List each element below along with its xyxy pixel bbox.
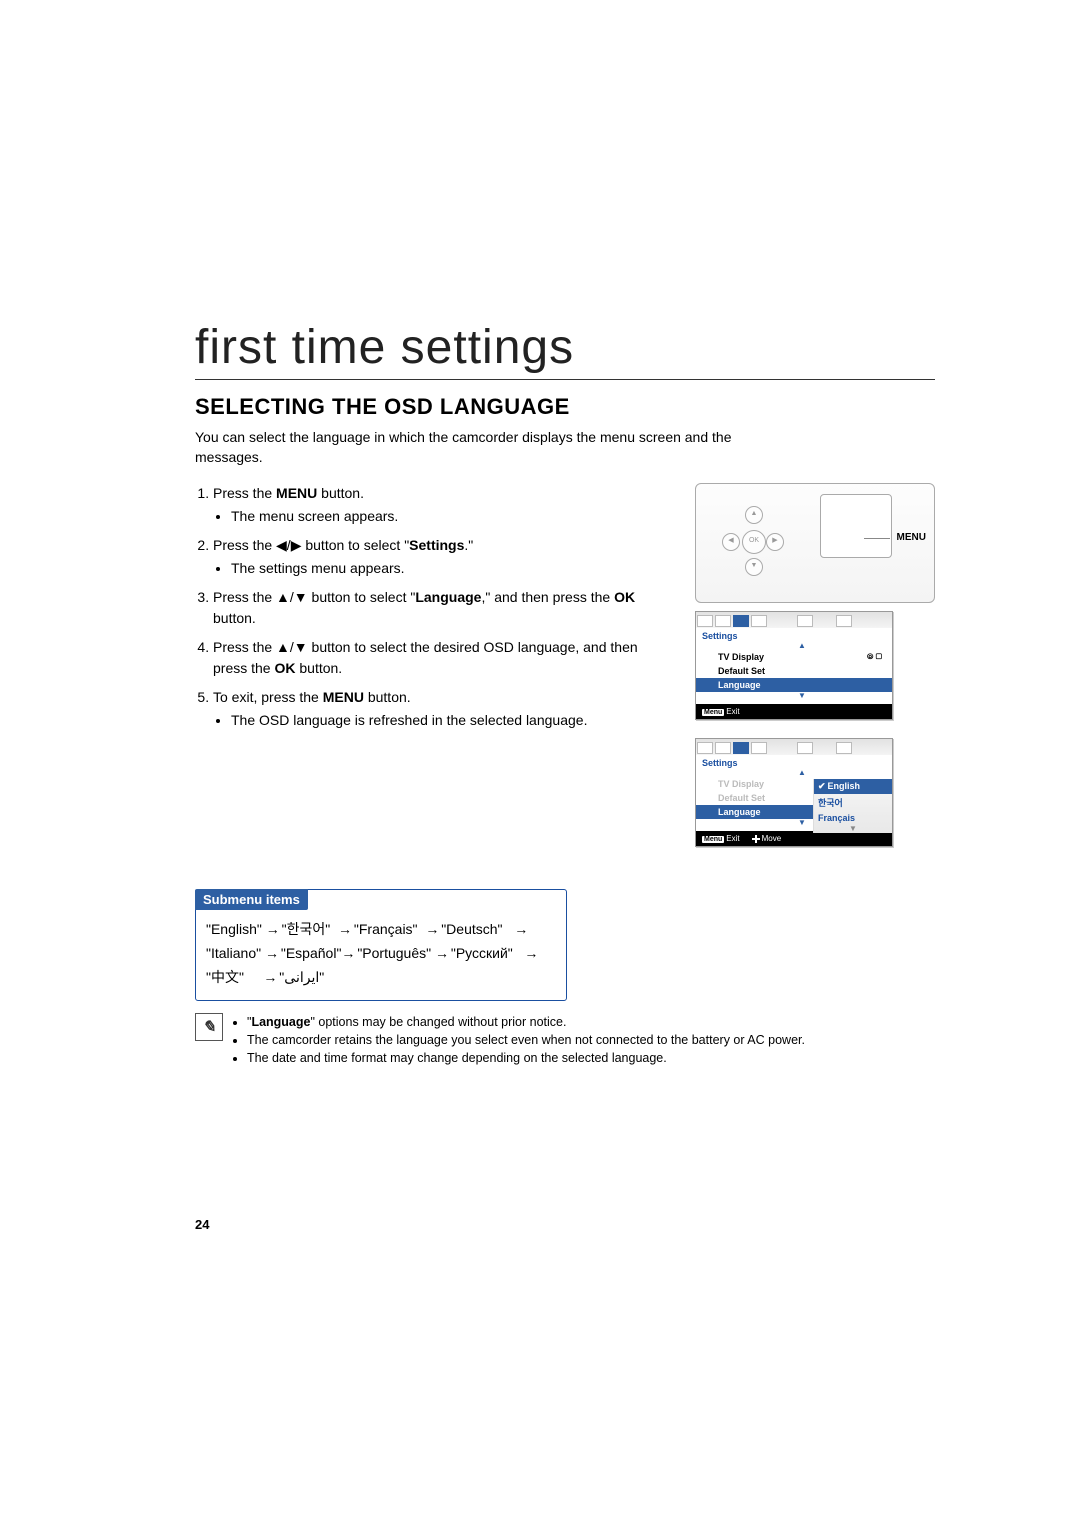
osd-topbar (696, 739, 892, 755)
exit-label: Exit (726, 707, 739, 716)
move-icon (752, 835, 760, 843)
osd-topbar (696, 612, 892, 628)
text: button. (317, 485, 364, 501)
text: ," and then press the (481, 589, 614, 605)
move-label: Move (762, 834, 782, 843)
note-3: The date and time format may change depe… (247, 1049, 805, 1067)
submenu-option-french: Français (814, 811, 892, 825)
left-right-icon: ◀/▶ (276, 537, 301, 553)
menu-chip: Menu (702, 836, 724, 843)
step-1-sub: The menu screen appears. (231, 506, 675, 527)
step-2-sub: The settings menu appears. (231, 558, 675, 579)
scroll-down-icon: ▼ (814, 825, 892, 833)
dpad: ▲ ▼ ◀ ▶ OK (718, 506, 788, 576)
osd-row-tv-display: TV Display⦾ ▢ (718, 650, 886, 664)
text: Press the (213, 537, 276, 553)
submenu-items-box: Submenu items "English" → "한국어" → "Franç… (195, 889, 567, 1000)
menu-callout-label: MENU (897, 532, 926, 543)
step-4: Press the ▲/▼ button to select the desir… (213, 637, 675, 679)
menu-word: MENU (323, 689, 364, 705)
osd-settings-label: Settings (696, 628, 892, 642)
scroll-up-icon: ▲ (718, 769, 886, 777)
ok-word: OK (274, 660, 295, 676)
osd-footer: MenuExit (696, 704, 892, 719)
note-icon: ✎ (195, 1013, 223, 1041)
scroll-down-icon: ▼ (718, 692, 886, 700)
exit-label: Exit (726, 834, 739, 843)
callout-line (864, 538, 890, 539)
text: To exit, press the (213, 689, 323, 705)
text: Press the (213, 485, 276, 501)
up-down-icon: ▲/▼ (276, 639, 308, 655)
submenu-title: Submenu items (195, 889, 308, 910)
section-title: SELECTING THE OSD LANGUAGE (195, 394, 935, 420)
note-1: "Language" options may be changed withou… (247, 1013, 805, 1031)
lang-italian: "Italiano" (206, 945, 261, 961)
device-screen-icon (820, 494, 892, 558)
text: ." (464, 537, 473, 553)
step-5-sub: The OSD language is refreshed in the sel… (231, 710, 675, 731)
lang-portuguese: "Português" (357, 945, 431, 961)
submenu-option-korean: 한국어 (814, 794, 892, 811)
lang-iranian: "ایرانی" (279, 969, 324, 985)
dpad-left-icon: ◀ (722, 533, 740, 551)
lang-german: "Deutsch" (441, 921, 502, 937)
osd-row-default-set: Default Set (718, 664, 886, 678)
intro-text: You can select the language in which the… (195, 428, 785, 467)
lang-english: "English" (206, 921, 262, 937)
text: Press the (213, 589, 276, 605)
lang-chinese: "中文" (206, 969, 244, 985)
lang-russian: "Русский" (451, 945, 513, 961)
dpad-ok-button: OK (742, 530, 766, 554)
osd-settings-label: Settings (696, 755, 892, 769)
page-number: 24 (195, 1217, 209, 1232)
text: button to select " (301, 537, 409, 553)
settings-word: Settings (409, 537, 464, 553)
menu-word: MENU (276, 485, 317, 501)
language-word: Language (415, 589, 481, 605)
text: button. (295, 660, 342, 676)
text: button. (213, 610, 256, 626)
step-5: To exit, press the MENU button. The OSD … (213, 687, 675, 731)
step-1: Press the MENU button. The menu screen a… (213, 483, 675, 527)
step-3: Press the ▲/▼ button to select "Language… (213, 587, 675, 629)
menu-chip: Menu (702, 709, 724, 716)
dpad-down-icon: ▼ (745, 558, 763, 576)
steps-list: Press the MENU button. The menu screen a… (195, 483, 675, 731)
osd-screenshot-2: Settings ▲ TV Display Default Set Langua… (695, 738, 893, 847)
up-down-icon: ▲/▼ (276, 589, 308, 605)
notes: "Language" options may be changed withou… (231, 1013, 805, 1067)
note-2: The camcorder retains the language you s… (247, 1031, 805, 1049)
osd-language-submenu: ✔English 한국어 Français ▼ (813, 779, 892, 833)
page-heading: first time settings (195, 320, 935, 380)
dpad-right-icon: ▶ (766, 533, 784, 551)
step-2: Press the ◀/▶ button to select "Settings… (213, 535, 675, 579)
text: button to select " (308, 589, 416, 605)
lang-spanish: "Español" (281, 945, 342, 961)
ok-word: OK (614, 589, 635, 605)
osd-footer: MenuExit Move (696, 831, 892, 846)
text: button. (364, 689, 411, 705)
dpad-up-icon: ▲ (745, 506, 763, 524)
osd-screenshot-1: Settings ▲ TV Display⦾ ▢ Default Set Lan… (695, 611, 893, 720)
device-illustration: ▲ ▼ ◀ ▶ OK MENU (695, 483, 935, 603)
scroll-up-icon: ▲ (718, 642, 886, 650)
lang-french: "Français" (354, 921, 418, 937)
osd-row-language: Language (696, 678, 892, 692)
submenu-option-english: ✔English (814, 779, 892, 794)
lang-korean: "한국어" (282, 921, 331, 937)
text: Press the (213, 639, 276, 655)
submenu-body: "English" → "한국어" → "Français" → "Deutsc… (196, 918, 566, 989)
